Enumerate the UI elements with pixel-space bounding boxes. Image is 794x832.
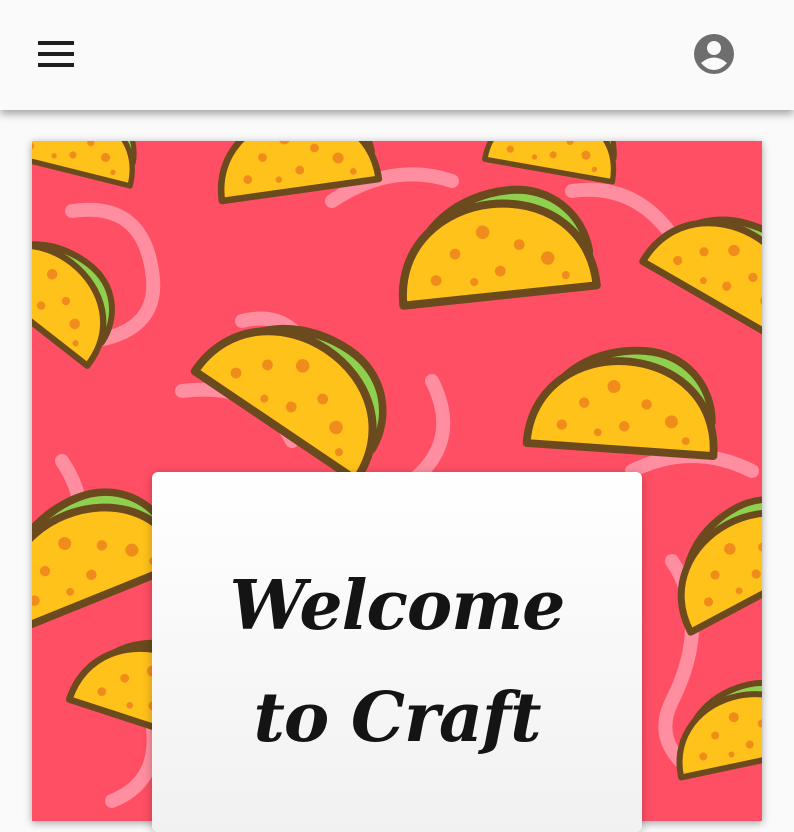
welcome-card: Welcome to Craft bbox=[152, 472, 642, 832]
account-circle-icon bbox=[694, 34, 734, 74]
account-button[interactable] bbox=[690, 30, 738, 78]
welcome-title: Welcome to Craft bbox=[152, 550, 642, 774]
app-bar bbox=[0, 0, 794, 110]
welcome-line-2: to Craft bbox=[253, 678, 541, 758]
welcome-line-1: Welcome bbox=[229, 566, 566, 646]
menu-button[interactable] bbox=[30, 32, 82, 76]
